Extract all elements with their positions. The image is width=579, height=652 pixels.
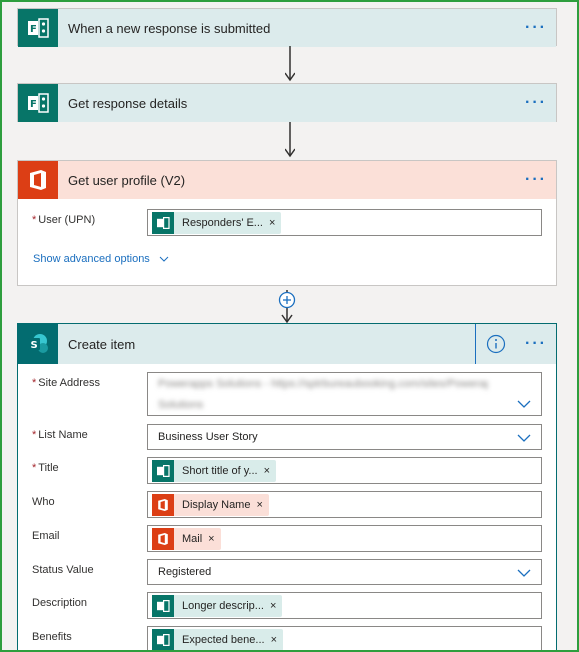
status-value-dropdown[interactable]: Registered xyxy=(147,559,542,585)
step-header[interactable]: Get user profile (V2) ··· xyxy=(18,161,556,199)
forms-icon xyxy=(152,460,174,482)
more-options-button[interactable]: ··· xyxy=(516,161,556,199)
field-label: List Name xyxy=(38,429,88,441)
step-header[interactable]: F Get response details ··· xyxy=(18,84,556,122)
step-header[interactable]: F When a new response is submitted ··· xyxy=(18,9,556,47)
chevron-down-icon xyxy=(517,434,531,442)
forms-icon: F xyxy=(18,9,58,47)
field-benefits: Benefits Expected bene... × xyxy=(18,626,556,652)
field-description: Description Longer descrip... × xyxy=(18,592,556,620)
office-icon xyxy=(152,494,174,516)
dynamic-content-token[interactable]: Display Name × xyxy=(152,494,269,516)
svg-text:S: S xyxy=(31,340,38,351)
step-card-get-user-profile[interactable]: Get user profile (V2) ··· * User (UPN) Re… xyxy=(17,160,557,286)
arrow-down-icon xyxy=(285,46,295,82)
forms-icon xyxy=(152,629,174,651)
svg-text:F: F xyxy=(30,99,37,110)
token-label: Longer descrip... xyxy=(182,600,264,612)
step-title: When a new response is submitted xyxy=(68,20,271,36)
step-card-new-response[interactable]: F When a new response is submitted ··· xyxy=(17,8,557,47)
field-label: User (UPN) xyxy=(38,214,96,226)
step-card-create-item[interactable]: S Create item ··· * Site Address Powerapp… xyxy=(17,323,557,652)
step-title: Get user profile (V2) xyxy=(68,172,186,188)
field-title: * Title Short title of y... × xyxy=(18,457,556,485)
step-title: Get response details xyxy=(68,95,188,111)
user-upn-input[interactable]: Responders' E... × xyxy=(147,209,542,236)
status-value: Registered xyxy=(158,566,212,578)
step-title: Create item xyxy=(68,336,136,352)
info-icon xyxy=(486,334,506,354)
description-input[interactable]: Longer descrip... × xyxy=(147,592,542,619)
field-site-address: * Site Address Powerapps Solutions - http… xyxy=(18,372,556,418)
who-input[interactable]: Display Name × xyxy=(147,491,542,518)
chevron-down-icon xyxy=(517,400,531,408)
field-label: Benefits xyxy=(32,631,72,643)
list-name-value: Business User Story xyxy=(158,431,258,443)
remove-token-button[interactable]: × xyxy=(264,465,276,477)
remove-token-button[interactable]: × xyxy=(208,533,220,545)
field-label: Status Value xyxy=(32,564,94,576)
remove-token-button[interactable]: × xyxy=(271,634,283,646)
field-user-upn: * User (UPN) Responders' E... × xyxy=(18,209,556,237)
add-step-button[interactable] xyxy=(277,290,297,324)
svg-text:F: F xyxy=(30,24,37,35)
field-status-value: Status Value Registered xyxy=(18,559,556,587)
token-label: Expected bene... xyxy=(182,634,265,646)
office-icon xyxy=(152,528,174,550)
more-options-button[interactable]: ··· xyxy=(516,324,556,364)
site-address-value: Powerapps Solutions - https://sptrbureau… xyxy=(158,378,488,390)
info-button[interactable] xyxy=(476,324,516,364)
arrow-down-icon xyxy=(285,122,295,158)
forms-icon: F xyxy=(18,84,58,122)
required-marker: * xyxy=(32,377,37,389)
more-options-button[interactable]: ··· xyxy=(516,9,556,47)
dynamic-content-token[interactable]: Expected bene... × xyxy=(152,629,283,651)
step-card-response-details[interactable]: F Get response details ··· xyxy=(17,83,557,122)
required-marker: * xyxy=(32,214,37,226)
remove-token-button[interactable]: × xyxy=(256,499,268,511)
email-input[interactable]: Mail × xyxy=(147,525,542,552)
token-label: Responders' E... xyxy=(182,217,263,229)
dynamic-content-token[interactable]: Responders' E... × xyxy=(152,212,282,234)
chevron-down-icon xyxy=(517,569,531,577)
office-icon xyxy=(18,161,58,199)
remove-token-button[interactable]: × xyxy=(270,600,282,612)
sharepoint-icon: S xyxy=(18,324,58,364)
token-label: Short title of y... xyxy=(182,465,258,477)
token-label: Mail xyxy=(182,533,203,545)
title-input[interactable]: Short title of y... × xyxy=(147,457,542,484)
forms-icon xyxy=(152,595,174,617)
field-label: Description xyxy=(32,597,88,609)
list-name-dropdown[interactable]: Business User Story xyxy=(147,424,542,450)
field-label: Title xyxy=(38,462,59,474)
field-label: Site Address xyxy=(38,377,101,389)
more-options-button[interactable]: ··· xyxy=(516,84,556,122)
step-header[interactable]: S Create item ··· xyxy=(18,324,556,364)
chevron-down-icon xyxy=(159,256,169,262)
required-marker: * xyxy=(32,429,37,441)
show-advanced-options-link[interactable]: Show advanced options xyxy=(33,253,169,265)
field-list-name: * List Name Business User Story xyxy=(18,424,556,452)
dynamic-content-token[interactable]: Longer descrip... × xyxy=(152,595,283,617)
field-label: Who xyxy=(32,496,55,508)
site-address-value-line2: Solutions xyxy=(158,399,204,411)
required-marker: * xyxy=(32,462,37,474)
benefits-input[interactable]: Expected bene... × xyxy=(147,626,542,652)
site-address-dropdown[interactable]: Powerapps Solutions - https://sptrbureau… xyxy=(147,372,542,416)
remove-token-button[interactable]: × xyxy=(269,217,281,229)
field-email: Email Mail × xyxy=(18,525,556,553)
token-label: Display Name xyxy=(182,499,251,511)
dynamic-content-token[interactable]: Short title of y... × xyxy=(152,460,277,482)
forms-icon xyxy=(152,212,174,234)
field-label: Email xyxy=(32,530,60,542)
dynamic-content-token[interactable]: Mail × xyxy=(152,528,221,550)
field-who: Who Display Name × xyxy=(18,491,556,519)
